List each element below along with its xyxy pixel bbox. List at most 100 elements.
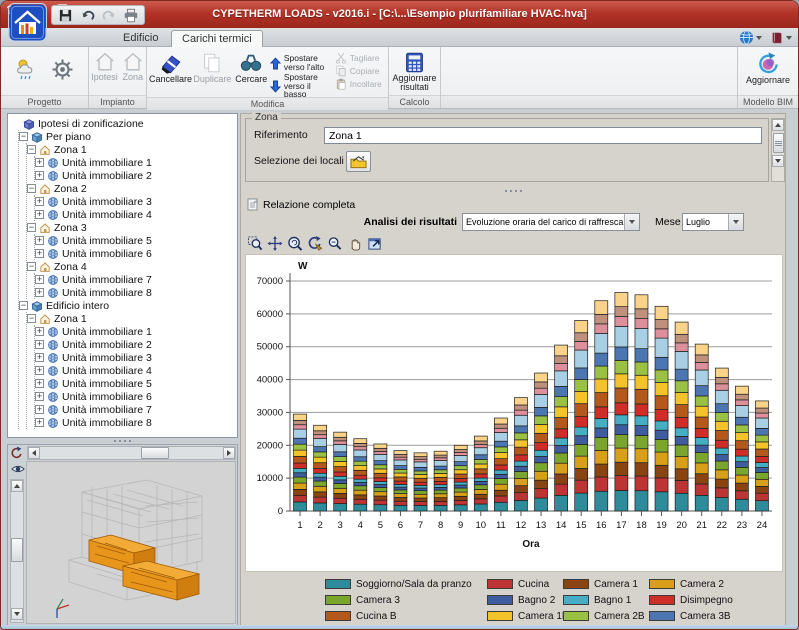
cancellare-button[interactable]: Cancellare — [149, 49, 192, 84]
spostare-alto-button[interactable]: Spostare verso l'alto — [269, 52, 330, 74]
collapse-icon[interactable]: − — [27, 262, 36, 271]
expand-icon[interactable]: + — [35, 327, 44, 336]
tree-item[interactable]: − Per piano — [19, 130, 237, 143]
horizontal-scrollbar[interactable] — [27, 446, 236, 460]
horizontal-splitter[interactable] — [241, 188, 785, 194]
globe-icon[interactable] — [739, 30, 762, 45]
tree-item[interactable]: + Unità immobiliare 7 — [35, 403, 237, 416]
scroll-down-button[interactable] — [11, 608, 23, 620]
bar-segment — [373, 472, 388, 479]
chevron-down-icon[interactable] — [728, 214, 743, 230]
tree-item[interactable]: + Unità immobiliare 8 — [35, 286, 237, 299]
collapse-icon[interactable]: − — [19, 132, 28, 141]
tree-item[interactable]: − Edificio intero — [19, 299, 237, 312]
tree-item[interactable]: + Unità immobiliare 3 — [35, 195, 237, 208]
scroll-down-button[interactable] — [772, 155, 784, 167]
scroll-right-button[interactable] — [223, 447, 235, 459]
expand-icon[interactable]: + — [35, 405, 44, 414]
scroll-up-button[interactable] — [11, 480, 23, 492]
bar-segment — [594, 450, 609, 465]
rotate-view-icon[interactable] — [9, 446, 27, 461]
tree-item[interactable]: + Unità immobiliare 7 — [35, 273, 237, 286]
scrollbar-thumb[interactable] — [11, 538, 23, 563]
tab-edificio[interactable]: Edificio — [113, 30, 168, 47]
collapse-icon[interactable]: − — [19, 301, 28, 310]
bar-segment — [554, 386, 568, 397]
tree-item[interactable]: − Zona 1 — [27, 143, 237, 156]
scrollbar-thumb[interactable] — [140, 447, 169, 459]
visibility-eye-icon[interactable] — [11, 462, 25, 476]
expand-icon[interactable]: + — [35, 418, 44, 427]
tree-item[interactable]: + Unità immobiliare 8 — [35, 416, 237, 429]
analisi-risultati-select[interactable]: Evoluzione oraria del carico di raffresc… — [462, 213, 640, 231]
tree-item[interactable]: Ipotesi di zonificazione — [11, 117, 237, 130]
tree-item[interactable]: + Unità immobiliare 6 — [35, 390, 237, 403]
bar-segment — [614, 402, 629, 416]
mese-select[interactable]: Luglio — [682, 213, 744, 231]
tree-item[interactable]: + Unità immobiliare 1 — [35, 325, 237, 338]
bim-aggiornare-button[interactable]: Aggiornare — [740, 49, 796, 85]
relazione-completa-item[interactable]: Relazione completa — [247, 198, 355, 211]
zoom-extents-icon[interactable] — [266, 235, 284, 252]
expand-icon[interactable]: + — [35, 288, 44, 297]
svg-text:13: 13 — [536, 520, 547, 531]
expand-icon[interactable]: + — [35, 353, 44, 362]
tree-item[interactable]: + Unità immobiliare 5 — [35, 377, 237, 390]
tree-item[interactable]: − Zona 3 — [27, 221, 237, 234]
vertical-scrollbar[interactable] — [10, 479, 24, 623]
book-icon[interactable] — [770, 31, 792, 45]
tree-item[interactable]: + Unità immobiliare 6 — [35, 247, 237, 260]
tree-item[interactable]: − Zona 2 — [27, 182, 237, 195]
tagliare-button: Tagliare — [335, 52, 386, 64]
tree-item[interactable]: + Unità immobiliare 4 — [35, 208, 237, 221]
climate-data-icon[interactable] — [14, 56, 41, 88]
building-3d-viewport[interactable] — [26, 461, 236, 624]
general-options-gear-icon[interactable] — [49, 56, 76, 88]
expand-icon[interactable]: + — [35, 210, 44, 219]
selezione-locali-button[interactable] — [346, 151, 371, 172]
tree-item[interactable]: + Unità immobiliare 5 — [35, 234, 237, 247]
expand-icon[interactable]: + — [35, 366, 44, 375]
expand-icon[interactable]: + — [35, 392, 44, 401]
undo-icon[interactable] — [77, 7, 97, 23]
print-icon[interactable] — [121, 7, 141, 23]
expand-icon[interactable]: + — [35, 275, 44, 284]
scrollbar-thumb[interactable] — [772, 133, 784, 153]
tree-item[interactable]: + Unità immobiliare 2 — [35, 169, 237, 182]
tree-item[interactable]: + Unità immobiliare 1 — [35, 156, 237, 169]
expand-icon[interactable]: + — [35, 197, 44, 206]
tree-item[interactable]: + Unità immobiliare 2 — [35, 338, 237, 351]
tree-item[interactable]: − Zona 4 — [27, 260, 237, 273]
expand-icon[interactable]: + — [35, 158, 44, 167]
expand-icon[interactable]: + — [35, 236, 44, 245]
redraw-icon[interactable] — [306, 235, 324, 252]
scroll-up-button[interactable] — [772, 119, 784, 131]
scroll-left-button[interactable] — [28, 447, 40, 459]
collapse-icon[interactable]: − — [27, 314, 36, 323]
expand-icon[interactable]: + — [35, 379, 44, 388]
riferimento-input[interactable] — [324, 127, 762, 144]
tab-carichi-termici[interactable]: Carichi termici — [171, 30, 263, 47]
zona-scrollbar[interactable] — [771, 118, 785, 182]
expand-icon[interactable]: + — [35, 249, 44, 258]
save-icon[interactable] — [55, 7, 75, 23]
zoom-previous-icon[interactable] — [286, 235, 304, 252]
zoom-window-icon[interactable] — [246, 235, 264, 252]
collapse-icon[interactable]: − — [27, 223, 36, 232]
pan-hand-icon[interactable] — [346, 235, 364, 252]
chevron-down-icon[interactable] — [624, 214, 639, 230]
expand-icon[interactable]: + — [35, 340, 44, 349]
expand-icon[interactable]: + — [35, 171, 44, 180]
export-chart-icon[interactable] — [366, 235, 384, 252]
spostare-basso-button[interactable]: Spostare verso il basso — [269, 72, 330, 99]
collapse-icon[interactable]: − — [27, 145, 36, 154]
cercare-button[interactable]: Cercare — [233, 49, 270, 84]
bar-segment — [393, 497, 408, 502]
aggiornare-risultati-button[interactable]: Aggiornare risultati — [391, 49, 438, 93]
zoom-in-icon[interactable] — [326, 235, 344, 252]
collapse-icon[interactable]: − — [27, 184, 36, 193]
tree-item[interactable]: + Unità immobiliare 4 — [35, 364, 237, 377]
tree-item[interactable]: − Zona 1 — [27, 312, 237, 325]
app-logo-icon[interactable] — [9, 4, 46, 41]
tree-item[interactable]: + Unità immobiliare 3 — [35, 351, 237, 364]
